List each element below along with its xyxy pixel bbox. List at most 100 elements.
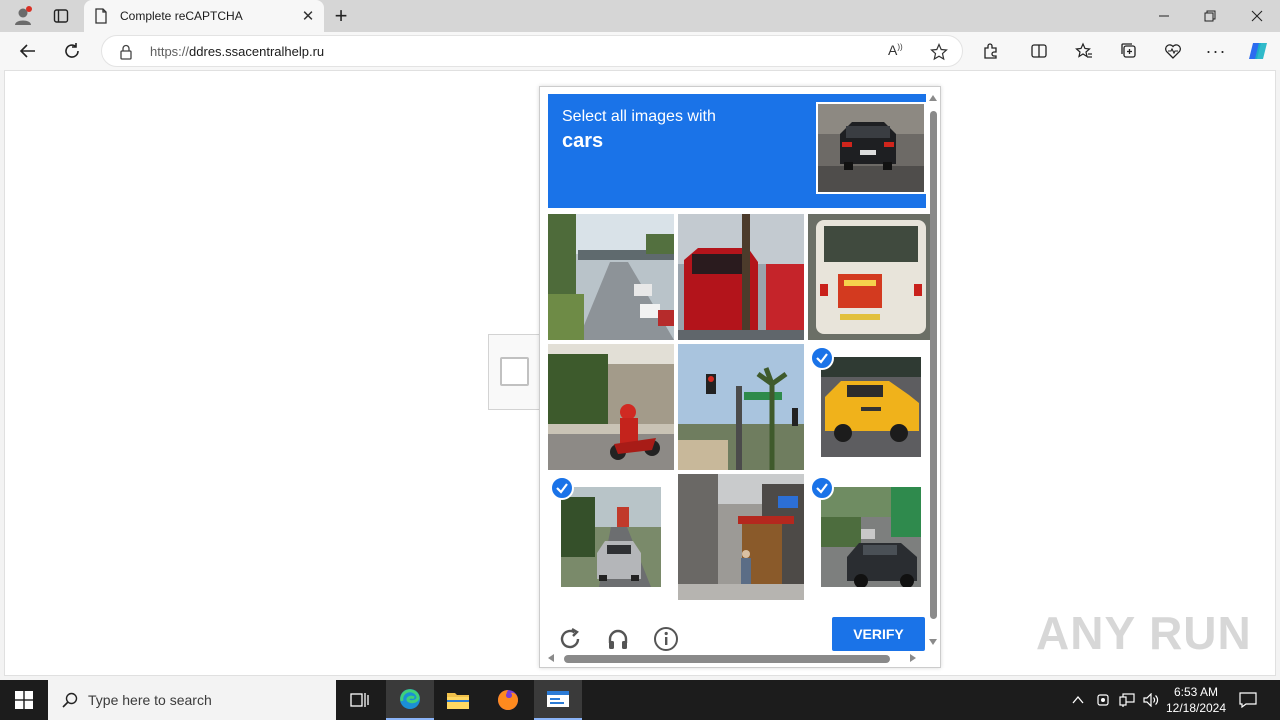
firefox-button[interactable] [484, 680, 532, 720]
notifications-button[interactable] [1234, 680, 1262, 720]
favorite-star-icon[interactable] [930, 43, 948, 61]
edge-icon [400, 689, 420, 709]
browser-essentials-button[interactable] [1158, 36, 1188, 66]
instruction-target: cars [562, 130, 604, 152]
favorites-button[interactable] [1069, 36, 1099, 66]
profile-button[interactable] [8, 0, 38, 32]
help-button[interactable] [652, 625, 680, 653]
search-placeholder: Type here to search [88, 692, 212, 708]
refresh-button[interactable] [57, 36, 87, 66]
recaptcha-checkbox[interactable] [500, 357, 529, 386]
network-button[interactable] [1116, 680, 1138, 720]
restore-icon [1204, 10, 1216, 22]
app-window-button[interactable] [534, 680, 582, 720]
close-window-button[interactable] [1234, 0, 1280, 32]
navigation-bar: https://ddres.ssacentralhelp.ru A)) ··· [0, 32, 1280, 70]
title-bar: Complete reCAPTCHA ✕ + [0, 0, 1280, 32]
selected-check-icon [810, 346, 834, 370]
network-icon [1119, 693, 1135, 707]
volume-button[interactable] [1140, 680, 1162, 720]
profile-icon [15, 6, 32, 25]
horizontal-scroll-thumb[interactable] [564, 655, 890, 663]
recaptcha-challenge: Select all images with cars VERIFY [539, 86, 941, 668]
tab-active[interactable]: Complete reCAPTCHA ✕ [84, 0, 324, 32]
file-explorer-button[interactable] [434, 680, 482, 720]
app-window-icon [547, 691, 569, 707]
settings-more-button[interactable]: ··· [1201, 36, 1231, 66]
lock-icon[interactable] [119, 44, 133, 60]
chevron-up-icon [1072, 696, 1084, 704]
scroll-down-icon[interactable] [929, 639, 937, 645]
windows-logo-icon [15, 691, 33, 709]
search-icon [62, 692, 78, 708]
challenge-header: Select all images with cars [548, 94, 926, 208]
more-icon: ··· [1205, 40, 1227, 61]
taskbar-search[interactable]: Type here to search [48, 680, 336, 720]
scroll-up-icon[interactable] [929, 95, 937, 101]
read-aloud-icon[interactable]: A)) [888, 42, 903, 58]
horizontal-scrollbar[interactable] [548, 653, 926, 663]
sample-image [816, 102, 926, 194]
copilot-button[interactable] [1243, 36, 1273, 66]
close-icon [1251, 10, 1263, 22]
back-button[interactable] [13, 36, 43, 66]
tab-actions-button[interactable] [46, 0, 76, 32]
refresh-icon [65, 43, 79, 58]
taskbar: Type here to search 6:53 AM 12/18/2024 [0, 680, 1280, 720]
minimize-icon [1159, 15, 1169, 17]
url-scheme: https:// [150, 44, 190, 59]
image-tile-bus[interactable] [808, 214, 934, 340]
split-screen-icon [1031, 44, 1047, 58]
collections-button[interactable] [1114, 36, 1144, 66]
tab-close-icon[interactable]: ✕ [300, 8, 316, 25]
edge-taskbar-button[interactable] [386, 680, 434, 720]
image-tile-traffic-light[interactable] [678, 344, 804, 470]
plus-icon: + [334, 3, 348, 28]
clock-date: 12/18/2024 [1165, 701, 1227, 715]
copilot-icon [1249, 43, 1267, 59]
image-tile-highway[interactable] [548, 214, 674, 340]
device-icon [1097, 694, 1109, 706]
image-tile-car-street[interactable] [548, 474, 674, 600]
instruction-text: Select all images with [562, 108, 716, 125]
image-tile-motorcycle[interactable] [548, 344, 674, 470]
scroll-left-icon[interactable] [548, 654, 554, 662]
new-tab-button[interactable]: + [330, 0, 352, 32]
collections-icon [1121, 43, 1136, 58]
task-view-icon [350, 693, 369, 707]
page-icon [95, 8, 107, 24]
audio-challenge-button[interactable] [604, 625, 632, 653]
puzzle-icon [984, 43, 997, 59]
image-tile-truck[interactable] [678, 214, 804, 340]
tray-app-icon[interactable] [1092, 680, 1114, 720]
image-tile-alley[interactable] [678, 474, 804, 600]
extensions-button[interactable] [976, 36, 1006, 66]
reload-challenge-button[interactable] [556, 625, 584, 653]
show-hidden-icons-button[interactable] [1068, 680, 1088, 720]
selected-check-icon [810, 476, 834, 500]
url-text: https://ddres.ssacentralhelp.ru [150, 44, 324, 59]
info-icon [654, 627, 678, 651]
tab-title: Complete reCAPTCHA [120, 9, 243, 23]
heart-pulse-icon [1165, 44, 1181, 59]
notification-icon [1239, 692, 1257, 708]
firefox-icon [498, 690, 518, 710]
verify-button[interactable]: VERIFY [832, 617, 925, 651]
vertical-scrollbar[interactable] [928, 93, 938, 649]
clock-time: 6:53 AM [1173, 685, 1219, 699]
image-tile-taxi[interactable] [808, 344, 934, 470]
restore-button[interactable] [1187, 0, 1233, 32]
folder-icon [447, 693, 469, 709]
address-bar[interactable]: https://ddres.ssacentralhelp.ru A)) [101, 35, 963, 67]
start-button[interactable] [0, 680, 48, 720]
split-screen-button[interactable] [1024, 36, 1054, 66]
favorites-icon [1075, 42, 1092, 58]
minimize-button[interactable] [1141, 0, 1187, 32]
task-view-button[interactable] [336, 680, 384, 720]
clock[interactable]: 6:53 AM 12/18/2024 [1160, 684, 1232, 716]
scroll-right-icon[interactable] [910, 654, 916, 662]
image-tile-parked-car[interactable] [808, 474, 934, 600]
headphones-icon [608, 629, 628, 649]
url-host: ddres.ssacentralhelp.ru [189, 44, 325, 59]
vertical-scroll-thumb[interactable] [930, 111, 937, 619]
